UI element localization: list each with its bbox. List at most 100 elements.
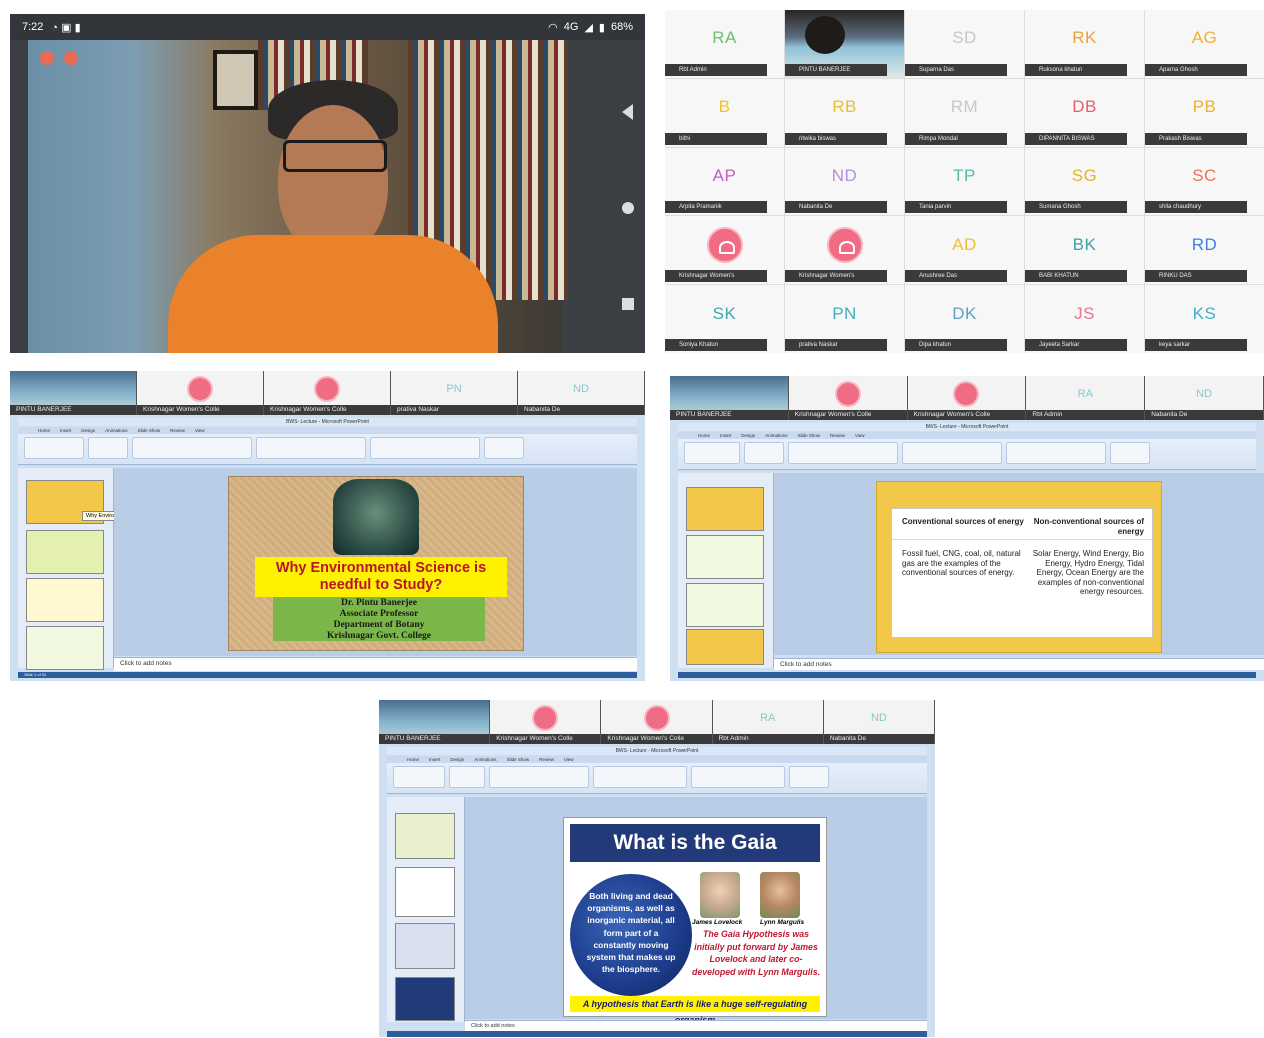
participant-grid: RA Rbt Admin PINTU BANERJEE SD Suparna Das RK… xyxy=(665,10,1264,353)
participant-name: Suparna Das xyxy=(905,63,1008,76)
slide-thumbnail[interactable] xyxy=(686,487,764,531)
participant-tile[interactable]: RM Rimpa Mondal xyxy=(905,78,1024,147)
strip-participant-tile[interactable]: PINTU BANERJEE xyxy=(670,376,789,420)
participant-tile[interactable]: RD RINKU DAS xyxy=(1145,216,1264,285)
participant-name: Soniya Khatun xyxy=(665,339,768,351)
status-bar xyxy=(678,672,1256,678)
participant-tile[interactable]: Krishnagar Women's xyxy=(785,216,904,285)
record-icon[interactable] xyxy=(64,51,78,65)
strip-participant-tile[interactable]: ND Nabanita De xyxy=(518,371,645,415)
participant-tile[interactable]: PN prativa Naskar xyxy=(785,285,904,353)
college-logo-icon xyxy=(953,381,980,408)
participant-tile[interactable]: RA Rbt Admin xyxy=(665,10,784,78)
participant-tile[interactable]: AG Aparna Ghosh xyxy=(1145,10,1264,78)
participant-tile[interactable]: KS keya sarkar xyxy=(1145,285,1264,353)
battery-level: 68% xyxy=(610,21,633,33)
strip-participant-tile[interactable]: Krishnagar Women's Colle xyxy=(137,371,264,415)
participant-initials: BK xyxy=(1072,234,1097,254)
participant-initials: ND xyxy=(1196,388,1213,401)
recents-icon[interactable] xyxy=(622,298,634,310)
ribbon[interactable]: Home Insert Design Animations Slide Show Revi… xyxy=(678,432,1256,470)
participant-tile[interactable]: JS Jayeeta Sarkar xyxy=(1025,285,1144,353)
participant-tile[interactable]: AP Arpita Pramanik xyxy=(665,147,784,216)
slide-thumbnail[interactable] xyxy=(395,923,455,969)
participant-name: Nabanita De xyxy=(518,405,644,415)
participant-tile[interactable]: ND Nabanita De xyxy=(785,147,904,216)
notes-field[interactable]: Click to add notes xyxy=(465,1020,927,1031)
participant-name: Krishnagar Women's Colle xyxy=(601,734,712,744)
participant-tile[interactable]: SD Suparna Das xyxy=(905,10,1024,78)
participant-tile[interactable]: SK Soniya Khatun xyxy=(665,285,784,353)
strip-participant-tile[interactable]: Krishnagar Women's Colle xyxy=(490,700,602,744)
slide: What is the Gaia Hypothesis? Both living… xyxy=(563,817,827,1025)
slide-thumbnail[interactable] xyxy=(26,626,104,670)
participant-initials: AG xyxy=(1191,28,1218,48)
participant-strip: PINTU BANERJEE Krishnagar Women's Colle Kr… xyxy=(379,700,935,744)
strip-participant-tile[interactable]: Krishnagar Women's Colle xyxy=(907,376,1027,420)
slides-pane[interactable] xyxy=(387,797,465,1022)
slide-thumbnail[interactable] xyxy=(686,583,764,627)
participant-strip: PINTU BANERJEE Krishnagar Women's Colle Kr… xyxy=(10,371,645,415)
slide-thumbnail[interactable] xyxy=(26,578,104,622)
participant-name: prativa Naskar xyxy=(391,405,517,415)
slide-thumbnail[interactable] xyxy=(395,813,455,859)
slide-thumbnail[interactable] xyxy=(395,977,455,1021)
strip-participant-tile[interactable]: ND Nabanita De xyxy=(1145,376,1264,420)
slide-thumbnail[interactable] xyxy=(686,629,764,665)
participant-tile[interactable]: SC shila chaudhury xyxy=(1145,147,1264,216)
slide-editor[interactable]: Conventional sources of energy Non-conve… xyxy=(774,473,1264,655)
slide-editor[interactable]: Why Environmental Science is needful to … xyxy=(114,468,637,656)
slide-thumbnail[interactable] xyxy=(395,867,455,917)
participant-tile[interactable]: Krishnagar Women's xyxy=(665,216,784,285)
participant-initials: DB xyxy=(1072,97,1097,117)
slides-pane[interactable] xyxy=(678,473,774,668)
participant-tile[interactable]: TP Tania parvin xyxy=(905,147,1024,216)
strip-participant-tile[interactable]: RA Rbt Admin xyxy=(712,700,824,744)
divider xyxy=(892,539,1152,540)
strip-participant-tile[interactable]: RA Rbt Admin xyxy=(1026,376,1146,420)
participant-initials: RD xyxy=(1191,234,1218,254)
participant-name: Nabanita De xyxy=(823,734,935,744)
participant-name: Prakash Biswas xyxy=(1145,132,1248,145)
participant-name: BABI KHATUN xyxy=(1025,270,1128,283)
participant-tile[interactable]: RB ritwika biswas xyxy=(785,78,904,147)
slides-pane[interactable]: Why Environmental Science is... xyxy=(18,468,169,670)
strip-participant-tile[interactable]: PINTU BANERJEE xyxy=(379,700,491,744)
back-icon[interactable] xyxy=(622,104,633,120)
strip-participant-tile[interactable]: PN prativa Naskar xyxy=(391,371,518,415)
slide-editor[interactable]: What is the Gaia Hypothesis? Both living… xyxy=(465,797,927,1025)
participant-name: PINTU BANERJEE xyxy=(785,63,888,76)
presenter-face xyxy=(278,105,388,255)
ribbon[interactable]: Home Insert Design Animations Slide Show Revi… xyxy=(18,427,637,465)
strip-participant-tile[interactable]: Krishnagar Women's Colle xyxy=(788,376,908,420)
slide-thumbnail[interactable] xyxy=(26,530,104,574)
participant-name: Nabanita De xyxy=(1145,410,1263,420)
strip-participant-tile[interactable]: ND Nabanita De xyxy=(823,700,935,744)
slide-title-line: needful to Study? xyxy=(319,577,443,593)
author-college: Krishnagar Govt. College xyxy=(326,631,432,641)
notes-field[interactable]: Click to add notes xyxy=(114,657,637,671)
slide-thumbnail[interactable] xyxy=(686,535,764,579)
participant-tile[interactable]: SG Sumana Ghosh xyxy=(1025,147,1144,216)
participant-tile[interactable]: DK Dipa khatun xyxy=(905,285,1024,353)
notes-field[interactable]: Click to add notes xyxy=(774,658,1264,670)
home-icon[interactable] xyxy=(622,202,634,214)
participant-tile[interactable]: Bbithi xyxy=(665,78,784,147)
participant-initials: RK xyxy=(1072,28,1097,48)
participant-tile[interactable]: DB DIPANNITA BISWAS xyxy=(1025,78,1144,147)
participant-tile[interactable]: PINTU BANERJEE xyxy=(785,10,904,78)
participant-name: Krishnagar Women's Colle xyxy=(264,405,390,415)
strip-participant-tile[interactable]: Krishnagar Women's Colle xyxy=(601,700,713,744)
strip-participant-tile[interactable]: Krishnagar Women's Colle xyxy=(264,371,391,415)
participant-name: DIPANNITA BISWAS xyxy=(1025,132,1128,145)
participant-tile[interactable]: BK BABI KHATUN xyxy=(1025,216,1144,285)
participant-tile[interactable]: AD Anushree Das xyxy=(905,216,1024,285)
ribbon[interactable]: Home Insert Design Animations Slide Show Revi… xyxy=(387,756,927,794)
record-icon[interactable] xyxy=(40,51,54,65)
strip-participant-tile[interactable]: PINTU BANERJEE xyxy=(10,371,137,415)
clock: 7:22 xyxy=(22,21,44,33)
participant-tile[interactable]: RK Ruksona khatun xyxy=(1025,10,1144,78)
signal-icon: ◢ xyxy=(584,21,593,34)
network-label: 4G xyxy=(563,21,579,33)
participant-tile[interactable]: PB Prakash Biswas xyxy=(1145,78,1264,147)
